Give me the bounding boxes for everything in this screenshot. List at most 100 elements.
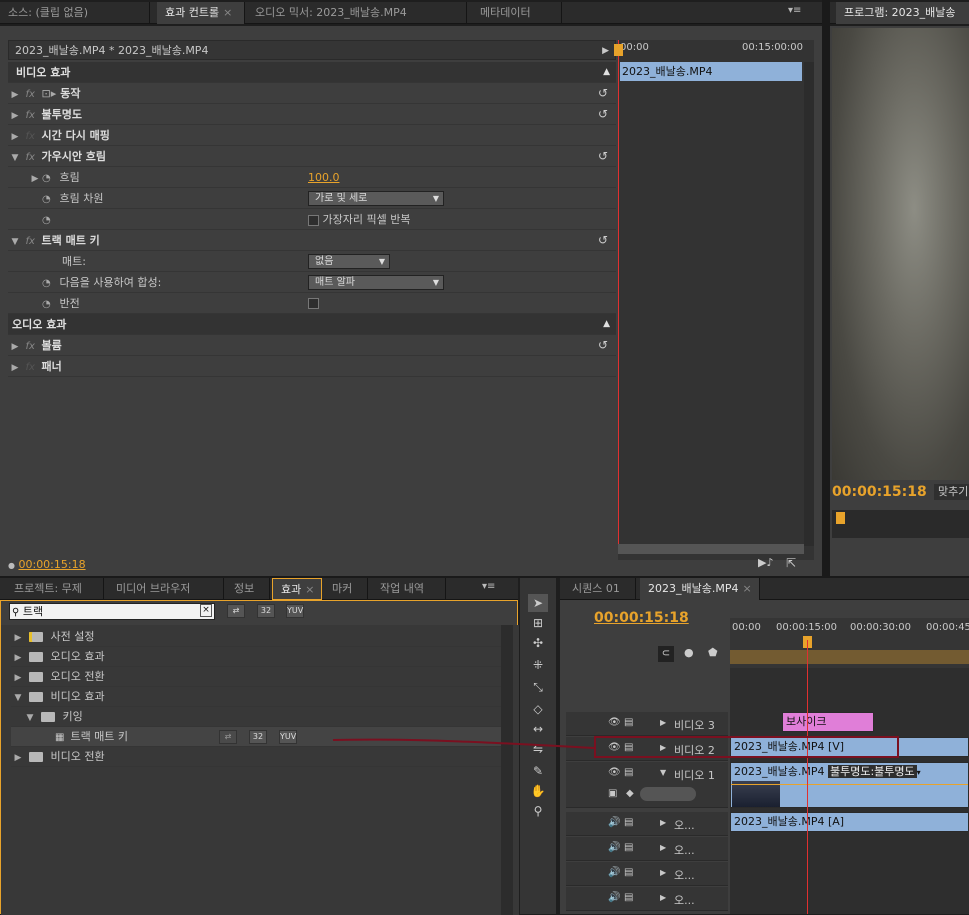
audio-effects-header[interactable]: 오디오 효과 ▲ xyxy=(8,314,616,335)
film-icon[interactable]: ▤ xyxy=(624,867,633,878)
effect-time-remap[interactable]: ▶ fx 시간 다시 매핑 xyxy=(8,125,616,146)
matte-dropdown[interactable]: 없음 ▼ xyxy=(308,254,390,269)
expand-triangle-icon[interactable]: ▶ xyxy=(8,106,22,127)
track-header-video2[interactable]: 👁 ▤ ▶ 비디오 2 xyxy=(566,737,728,761)
effect-track-matte[interactable]: ▼ fx 트랙 매트 키 ↺ xyxy=(8,230,616,251)
tab-history[interactable]: 작업 내역 xyxy=(372,578,446,600)
effect-gaussian-blur[interactable]: ▼ fx 가우시안 흐림 ↺ xyxy=(8,146,616,167)
panel-menu-icon[interactable]: ▾≡ xyxy=(482,581,495,592)
fx-icon[interactable]: fx xyxy=(26,105,42,126)
expand-triangle-icon[interactable]: ▶ xyxy=(11,668,25,688)
play-audio-icon[interactable]: ▶♪ xyxy=(758,556,773,569)
close-icon[interactable]: × xyxy=(305,583,314,596)
film-icon[interactable]: ▤ xyxy=(624,717,633,728)
eye-icon[interactable]: 👁 xyxy=(608,767,621,778)
speaker-icon[interactable]: 🔊 xyxy=(608,842,620,853)
tree-item-video-effects[interactable]: ▼ 비디오 효과 xyxy=(11,687,501,707)
track-header-audio3[interactable]: 🔊 ▤ ▶ 오... xyxy=(566,862,728,886)
ripple-edit-tool-icon[interactable]: ✣ xyxy=(528,634,548,652)
clip-mosaic[interactable]: 보사이크 xyxy=(782,712,874,732)
tree-item-audio-transitions[interactable]: ▶ 오디오 전환 xyxy=(11,667,501,687)
program-ruler[interactable] xyxy=(832,510,969,538)
stopwatch-icon[interactable]: ◔ xyxy=(42,294,56,315)
ec-playhead-handle[interactable] xyxy=(614,44,623,56)
tab-media-browser[interactable]: 미디어 브라우저 xyxy=(108,578,224,600)
expand-triangle-icon[interactable]: ▶ xyxy=(11,628,25,648)
expand-triangle-icon[interactable]: ▶ xyxy=(660,868,666,877)
clear-search-icon[interactable]: × xyxy=(200,604,212,617)
fx-icon[interactable]: fx xyxy=(26,84,42,105)
collapse-triangle-icon[interactable]: ▼ xyxy=(8,232,22,253)
expand-triangle-icon[interactable]: ▶ xyxy=(8,337,22,358)
opacity-line[interactable] xyxy=(731,784,968,785)
clip-audio1[interactable]: 2023_배날송.MP4 [A] xyxy=(730,812,969,832)
expand-triangle-icon[interactable]: ▶ xyxy=(11,748,25,768)
expand-triangle-icon[interactable]: ▶ xyxy=(660,893,666,902)
reset-icon[interactable]: ↺ xyxy=(598,104,608,125)
slip-tool-icon[interactable]: ↔ xyxy=(528,720,548,738)
expand-triangle-icon[interactable]: ▶ xyxy=(660,843,666,852)
hand-tool-icon[interactable]: ✋ xyxy=(528,782,548,800)
reset-icon[interactable]: ↺ xyxy=(598,335,608,356)
track-header-video3[interactable]: 👁 ▤ ▶ 비디오 3 xyxy=(566,712,728,736)
razor-tool-icon[interactable]: ◇ xyxy=(528,700,548,718)
tab-markers[interactable]: 마커 xyxy=(324,578,368,600)
tab-info[interactable]: 정보 xyxy=(226,578,270,600)
collapse-icon[interactable]: ▲ xyxy=(603,62,610,83)
speaker-icon[interactable]: 🔊 xyxy=(608,817,620,828)
marker-icon[interactable]: ⬟ xyxy=(708,646,718,659)
expand-triangle-icon[interactable]: ▶ xyxy=(8,85,22,106)
eye-icon[interactable]: 👁 xyxy=(608,742,621,753)
timeline-ruler[interactable]: 00:00 00:00:15:00 00:00:30:00 00:00:45 xyxy=(730,618,969,668)
expand-triangle-icon[interactable]: ▶ xyxy=(11,648,25,668)
stopwatch-icon[interactable]: ◔ xyxy=(42,273,56,294)
rolling-edit-tool-icon[interactable]: ⁜ xyxy=(528,656,548,674)
track-header-audio1[interactable]: 🔊 ▤ ▶ 오... xyxy=(566,812,728,836)
collapse-triangle-icon[interactable]: ▼ xyxy=(23,708,37,728)
tree-item-presets[interactable]: ▶ 사전 설정 xyxy=(11,627,501,647)
reverse-checkbox[interactable] xyxy=(308,298,319,309)
effect-opacity[interactable]: ▶ fx 불투명도 ↺ xyxy=(8,104,616,125)
film-icon[interactable]: ▤ xyxy=(624,767,633,778)
ec-clip-bar[interactable]: 2023_배날송.MP4 xyxy=(620,62,802,81)
slide-tool-icon[interactable]: ⇋ xyxy=(528,740,548,758)
clip-video1[interactable]: 2023_배날송.MP4 불투명도:불투명도 ▾ xyxy=(730,762,969,808)
track-header-video1[interactable]: 👁 ▤ ▼ 비디오 1 ▣ ◆ xyxy=(566,762,728,808)
selection-tool-icon[interactable]: ➤ xyxy=(528,594,548,612)
reset-icon[interactable]: ↺ xyxy=(598,146,608,167)
tab-sequence-01[interactable]: 시퀀스 01 xyxy=(564,578,636,600)
ec-scrollbar-v[interactable] xyxy=(804,62,814,546)
collapse-icon[interactable]: ▲ xyxy=(603,314,610,335)
expand-triangle-icon[interactable]: ▶ xyxy=(8,358,22,379)
tab-metadata[interactable]: 메타데이터 xyxy=(472,2,562,24)
film-icon[interactable]: ▤ xyxy=(624,892,633,903)
tab-source[interactable]: 소스: (클립 없음) xyxy=(0,2,150,24)
expand-triangle-icon[interactable]: ▶ xyxy=(28,169,42,190)
track-select-tool-icon[interactable]: ⊞ xyxy=(528,614,548,632)
work-area-bar[interactable] xyxy=(730,650,969,664)
fx-icon[interactable]: fx xyxy=(26,336,42,357)
stopwatch-icon[interactable]: ◔ xyxy=(42,210,56,231)
stopwatch-icon[interactable]: ◔ xyxy=(42,189,56,210)
tree-item-keying[interactable]: ▼ 키잉 xyxy=(11,707,501,727)
keyframe-nav[interactable] xyxy=(640,787,696,801)
play-arrow-icon[interactable]: ▶ xyxy=(602,41,609,61)
panel-menu-icon[interactable]: ▾≡ xyxy=(788,5,801,16)
reset-icon[interactable]: ↺ xyxy=(598,83,608,104)
reset-icon[interactable]: ↺ xyxy=(598,230,608,251)
search-box[interactable]: ⚲ 트랙 × xyxy=(9,603,215,620)
composite-dropdown[interactable]: 매트 알파 ▼ xyxy=(308,275,444,290)
film-icon[interactable]: ▤ xyxy=(624,842,633,853)
tree-item-audio-effects[interactable]: ▶ 오디오 효과 xyxy=(11,647,501,667)
fit-dropdown[interactable]: 맞추기 xyxy=(934,484,969,500)
ec-scrollbar-h[interactable] xyxy=(618,544,804,554)
repeat-edge-checkbox[interactable] xyxy=(308,214,319,226)
stopwatch-icon[interactable]: ◔ xyxy=(42,168,56,189)
tree-item-track-matte-key[interactable]: ▦ 트랙 매트 키 ⇄ 32 YUV xyxy=(11,727,501,747)
pen-tool-icon[interactable]: ✎ xyxy=(528,762,548,780)
tab-effects[interactable]: 효과 × xyxy=(272,578,322,600)
expand-triangle-icon[interactable]: ▶ xyxy=(660,818,666,827)
program-playhead-handle[interactable] xyxy=(836,512,845,524)
video-effects-header[interactable]: 비디오 효과 ▲ xyxy=(8,62,616,83)
expand-triangle-icon[interactable]: ▶ xyxy=(660,718,666,727)
